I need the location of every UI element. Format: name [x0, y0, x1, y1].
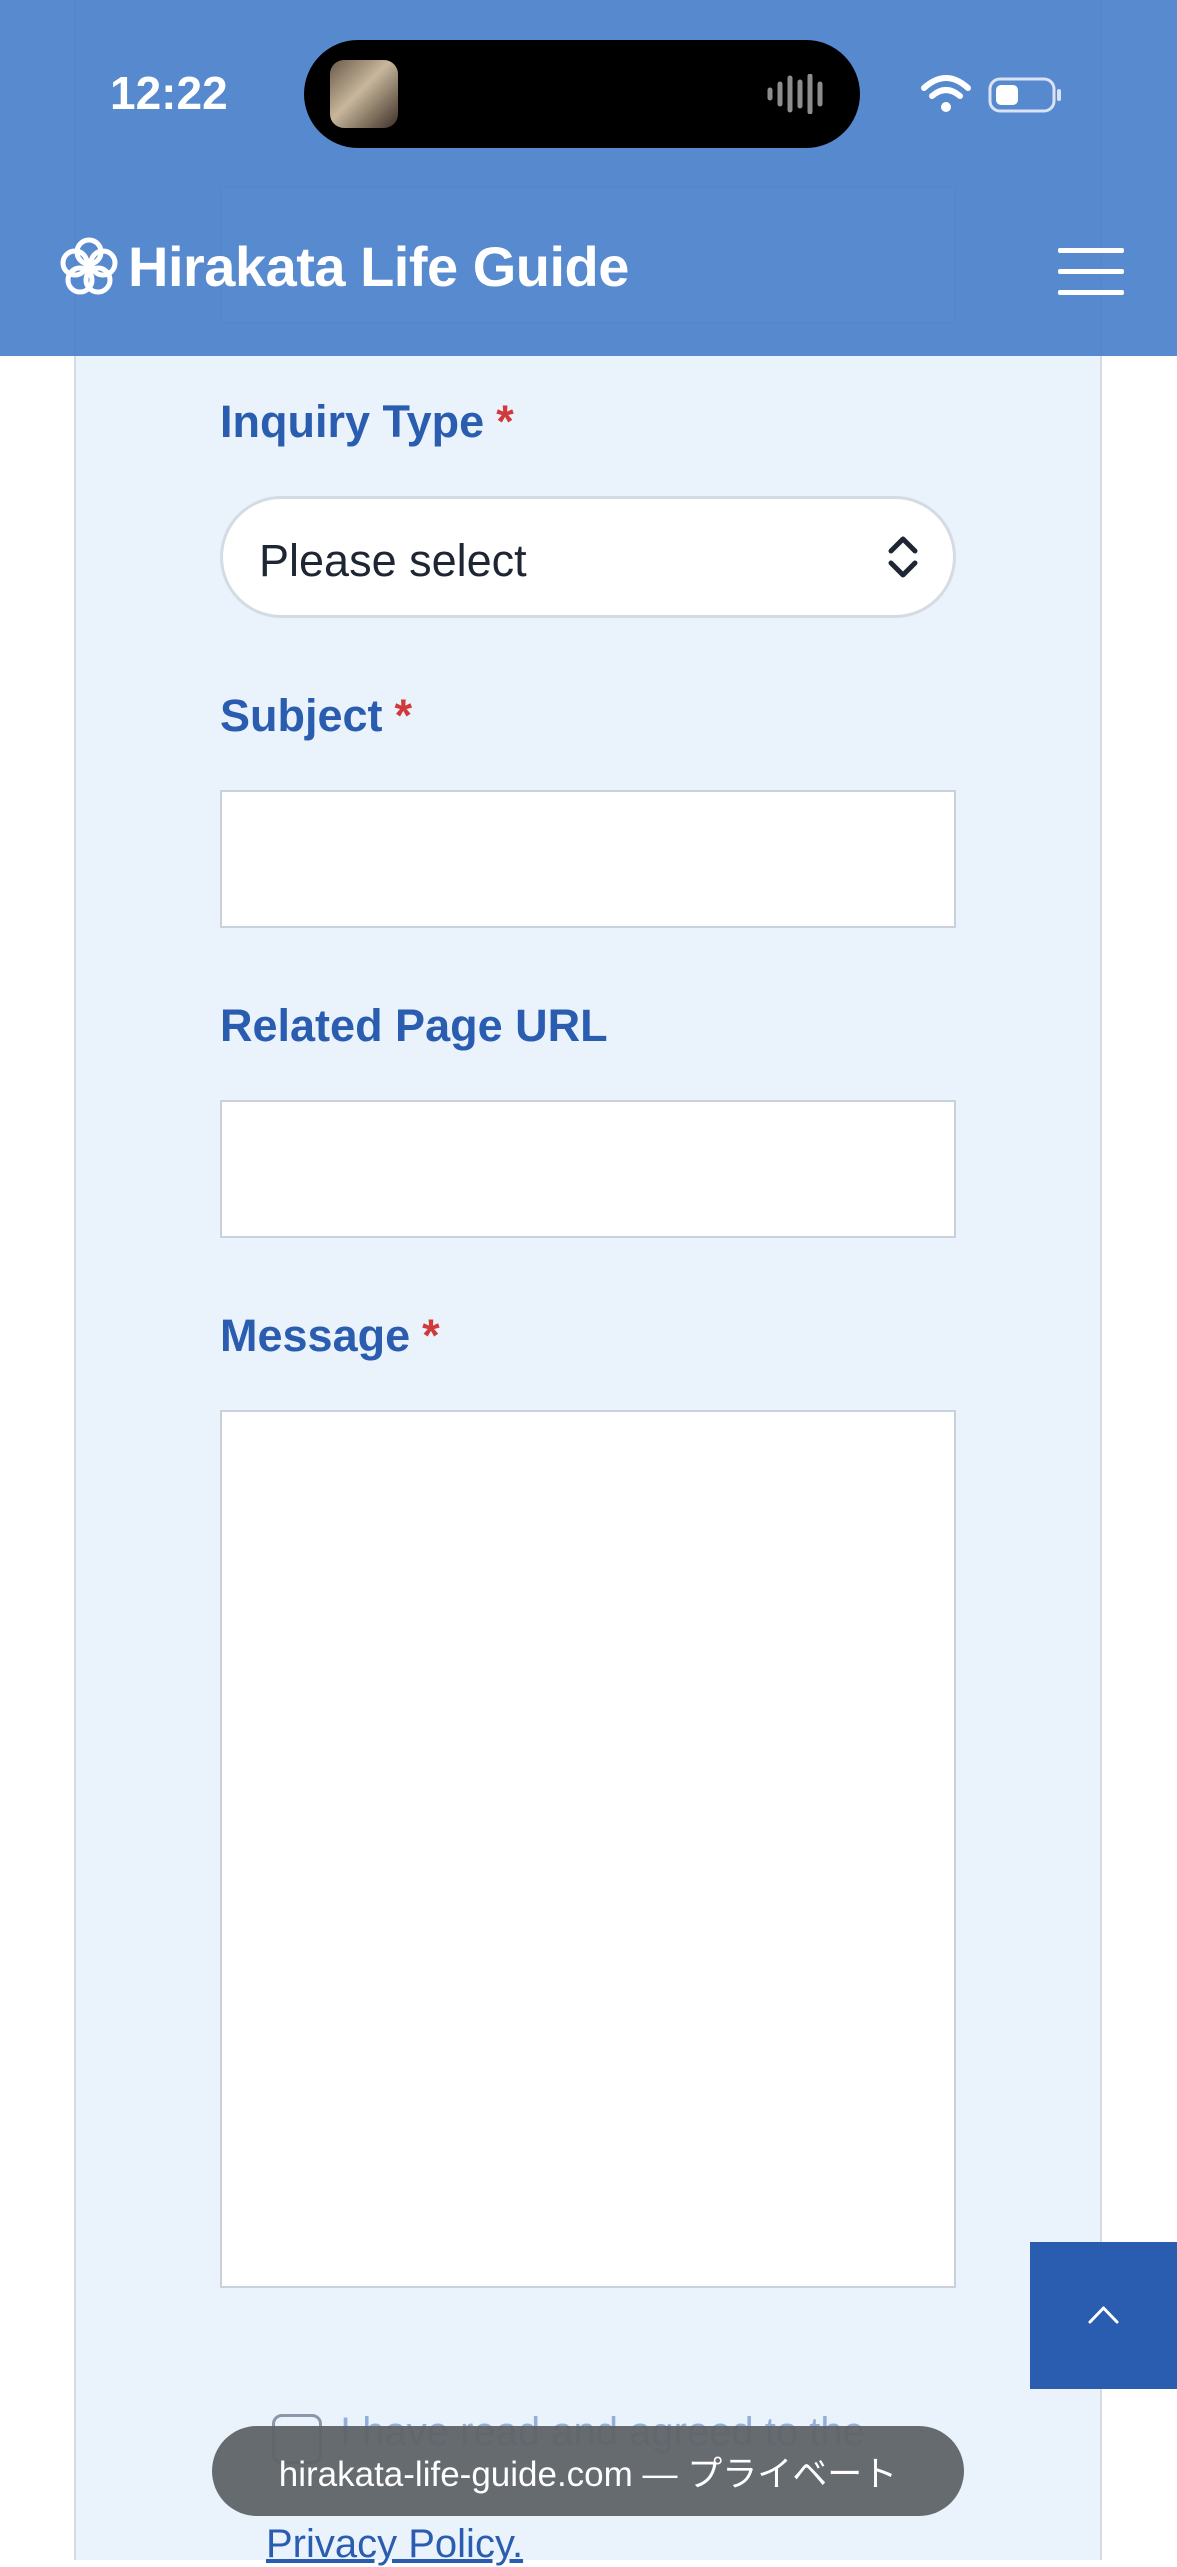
message-textarea[interactable] [220, 1410, 956, 2288]
site-header: 12:22 Hirakata Life Guide [0, 0, 1177, 356]
select-value: Please select [259, 535, 527, 586]
inquiry-type-select[interactable]: Please select [220, 496, 956, 618]
back-to-top-button[interactable] [1030, 2242, 1177, 2389]
audio-waveform-icon [767, 74, 823, 114]
dynamic-island [304, 40, 860, 148]
wifi-icon [921, 75, 971, 112]
subject-input[interactable] [220, 790, 956, 928]
flower-logo-icon [60, 237, 118, 294]
select-arrows-icon [888, 536, 918, 578]
browser-url-bar[interactable]: hirakata-life-guide.com — プライベート [212, 2426, 964, 2516]
chevron-up-icon [1088, 2306, 1119, 2324]
site-logo[interactable]: Hirakata Life Guide [58, 234, 629, 299]
site-name: Hirakata Life Guide [128, 235, 629, 298]
inquiry-type-label: Inquiry Type * [220, 396, 514, 447]
required-mark: * [422, 1310, 440, 1361]
hamburger-menu-button[interactable] [1058, 248, 1124, 296]
album-art-thumbnail [330, 60, 398, 128]
subject-label: Subject * [220, 690, 413, 741]
url-label: hirakata-life-guide.com — プライベート [278, 2454, 898, 2494]
related-url-label: Related Page URL [220, 1000, 608, 1051]
required-mark: * [496, 396, 514, 447]
message-label: Message * [220, 1310, 440, 1361]
battery-icon [988, 77, 1061, 113]
privacy-policy-link[interactable]: Privacy Policy. [266, 2522, 523, 2567]
required-mark: * [394, 690, 413, 741]
related-url-input[interactable] [220, 1100, 956, 1238]
status-time: 12:22 [110, 67, 228, 119]
